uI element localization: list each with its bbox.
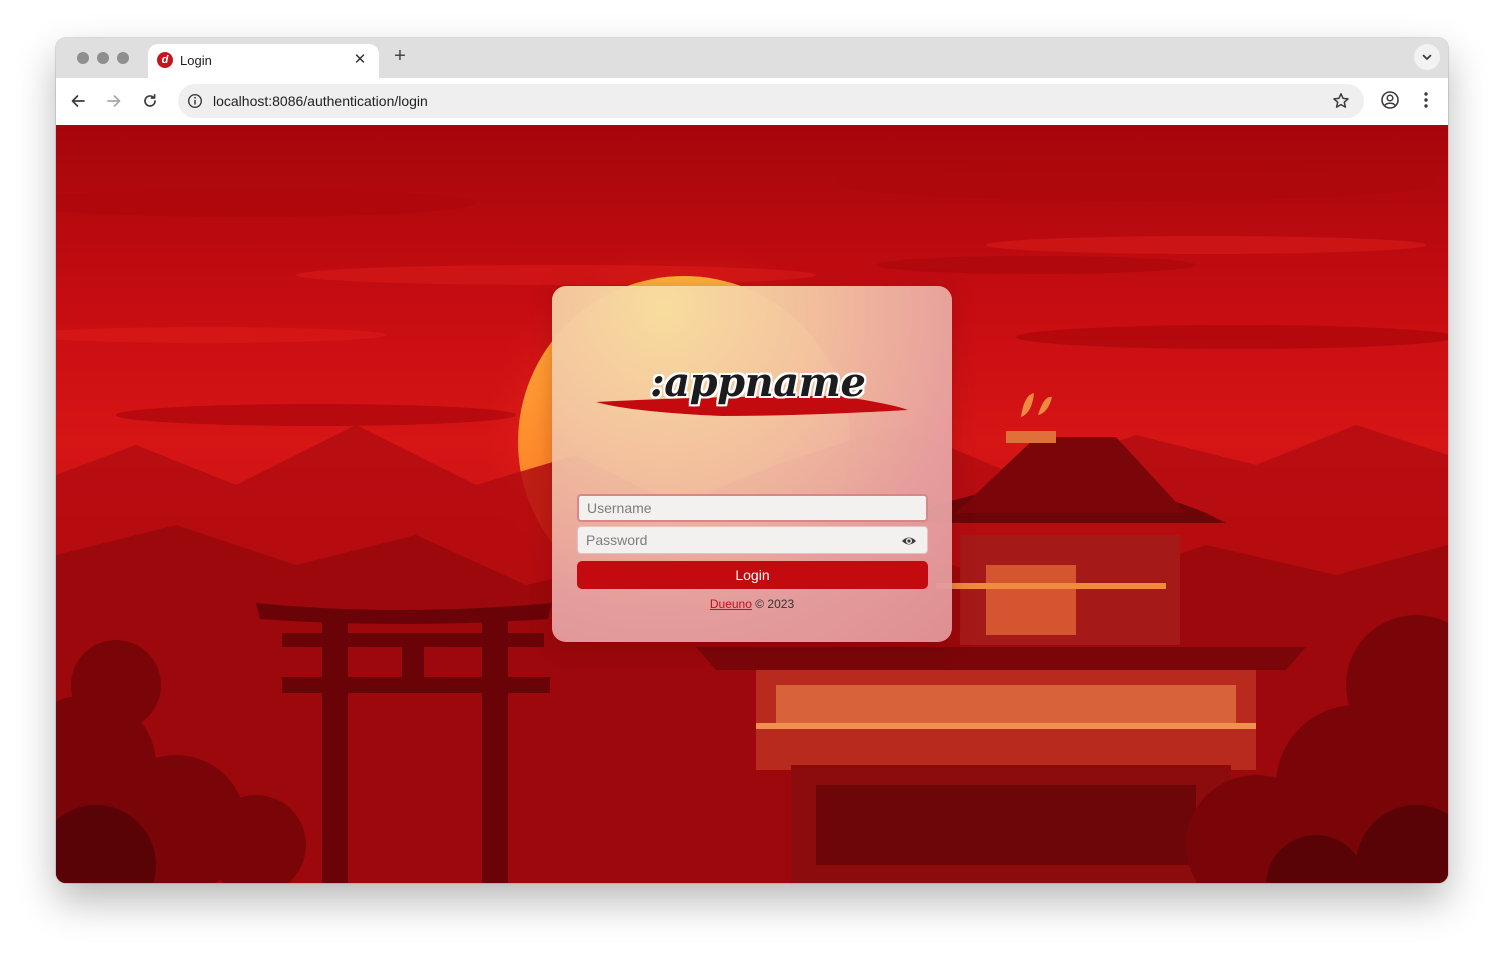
url-text[interactable]: localhost:8086/authentication/login: [213, 93, 428, 109]
copyright-text: © 2023: [755, 597, 795, 611]
zoom-window-dot[interactable]: [117, 52, 129, 64]
address-bar[interactable]: localhost:8086/authentication/login: [178, 84, 1364, 118]
site-info-icon[interactable]: [187, 93, 203, 109]
forward-arrow-icon[interactable]: [103, 90, 125, 112]
tab-title: Login: [180, 53, 212, 68]
password-input[interactable]: [578, 527, 927, 553]
app-logo-icon: d: [157, 52, 173, 68]
username-field[interactable]: [577, 494, 928, 522]
username-input[interactable]: [579, 496, 926, 520]
bookmark-star-icon[interactable]: [1332, 92, 1350, 110]
browser-toolbar: localhost:8086/authentication/login: [56, 78, 1448, 125]
password-field[interactable]: [577, 526, 928, 554]
dueuno-link[interactable]: Dueuno: [710, 597, 752, 611]
more-menu-icon[interactable]: [1418, 90, 1434, 110]
minimize-window-dot[interactable]: [97, 52, 109, 64]
reload-icon[interactable]: [139, 90, 161, 112]
show-password-eye-icon[interactable]: [901, 533, 917, 549]
footer: Dueuno © 2023: [552, 597, 952, 611]
app-logo: :appname: [592, 356, 912, 426]
close-window-dot[interactable]: [77, 52, 89, 64]
logo-text: :appname: [650, 359, 866, 406]
login-card: :appname Login Dueuno © 2023: [552, 286, 952, 642]
browser-window: d Login ✕ + localhost:8086/authenticatio…: [56, 38, 1448, 883]
close-tab-button[interactable]: ✕: [351, 50, 369, 68]
page-viewport: :appname Login Dueuno © 2023: [56, 125, 1448, 883]
tab-login[interactable]: d Login ✕: [148, 44, 379, 78]
back-arrow-icon[interactable]: [67, 90, 89, 112]
login-button[interactable]: Login: [577, 561, 928, 589]
tab-strip: d Login ✕ +: [56, 38, 1448, 78]
account-icon[interactable]: [1380, 90, 1400, 110]
tab-list-chevron-icon[interactable]: [1414, 44, 1440, 70]
new-tab-button[interactable]: +: [390, 45, 410, 68]
